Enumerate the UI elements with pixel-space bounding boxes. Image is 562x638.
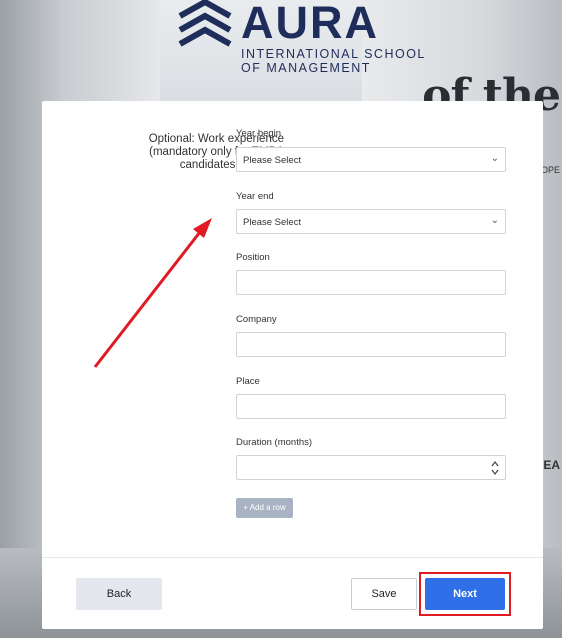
next-button[interactable]: Next bbox=[425, 578, 505, 610]
position-label: Position bbox=[236, 252, 270, 263]
footer-divider bbox=[42, 557, 543, 558]
school-logo: AURA INTERNATIONAL SCHOOL OF MANAGEMENT bbox=[178, 0, 424, 78]
save-button[interactable]: Save bbox=[351, 578, 417, 610]
logo-mark-icon bbox=[178, 0, 232, 47]
back-button[interactable]: Back bbox=[76, 578, 162, 610]
brand-subtitle-2: OF MANAGEMENT bbox=[241, 61, 371, 75]
year-end-select[interactable]: Please Select ⌄ bbox=[236, 209, 506, 234]
year-begin-value: Please Select bbox=[243, 155, 302, 166]
position-input[interactable] bbox=[236, 270, 506, 295]
place-label: Place bbox=[236, 376, 260, 387]
year-begin-label: Year begin bbox=[236, 128, 282, 139]
year-end-label: Year end bbox=[236, 191, 274, 202]
form-card: Optional: Work experience (mandatory onl… bbox=[42, 101, 543, 629]
add-row-button[interactable]: + Add a row bbox=[236, 498, 293, 518]
company-label: Company bbox=[236, 314, 277, 325]
company-input[interactable] bbox=[236, 332, 506, 357]
chevron-down-icon: ⌄ bbox=[490, 153, 499, 164]
duration-input[interactable] bbox=[236, 455, 506, 480]
number-stepper-icon[interactable] bbox=[491, 459, 499, 477]
duration-label: Duration (months) bbox=[236, 437, 313, 448]
brand-subtitle-1: INTERNATIONAL SCHOOL bbox=[241, 47, 426, 61]
chevron-down-icon: ⌄ bbox=[490, 215, 499, 226]
next-highlight-box: Next bbox=[419, 572, 511, 616]
place-input[interactable] bbox=[236, 394, 506, 419]
year-begin-select[interactable]: Please Select ⌄ bbox=[236, 147, 506, 172]
year-end-value: Please Select bbox=[243, 217, 302, 228]
brand-name: AURA bbox=[241, 0, 379, 48]
